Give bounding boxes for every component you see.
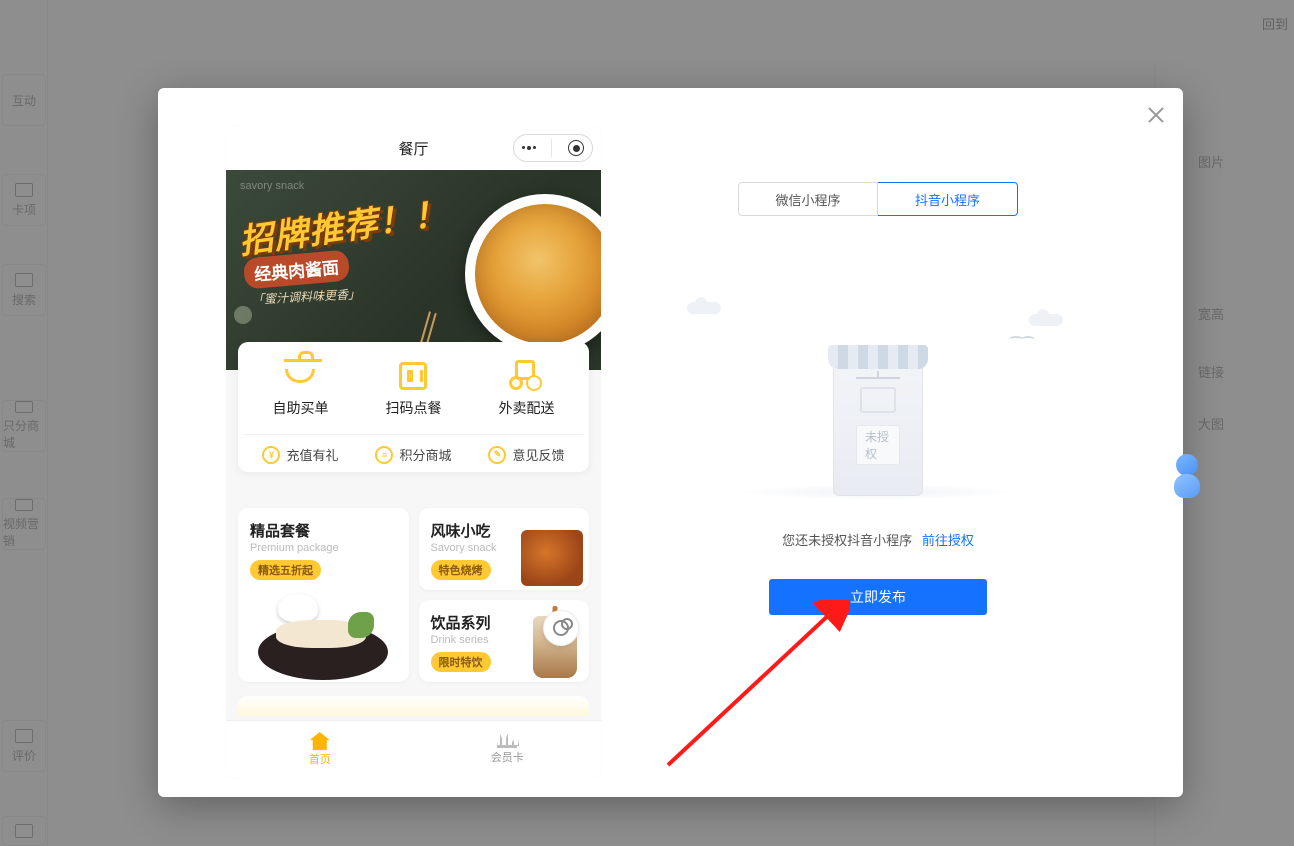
qr-icon (399, 362, 427, 390)
phone-tabbar: 首页 会员卡 (226, 720, 601, 778)
auth-message: 您还未授权抖音小程序 前往授权 (613, 530, 1143, 549)
stack-icon: ≡ (375, 446, 393, 464)
goto-auth-link[interactable]: 前往授权 (922, 533, 974, 548)
dish-icon (285, 369, 315, 383)
dots-icon (522, 146, 536, 150)
menu-scan-order[interactable]: 扫码点餐 (358, 360, 470, 418)
edit-icon: ✎ (488, 446, 506, 464)
phone-titlebar: 餐厅 (226, 126, 601, 170)
person-icon (1171, 454, 1203, 496)
shop-icon: 未授权 (833, 346, 923, 496)
tab-home[interactable]: 首页 (226, 721, 414, 778)
crown-icon (497, 734, 517, 748)
decor-icon (234, 306, 252, 324)
tab-wechat[interactable]: 微信小程序 (738, 182, 878, 216)
home-icon (310, 732, 330, 750)
badge-drink: 限时特饮 (431, 652, 491, 672)
phone-screen: 餐厅 savory snack 招牌推荐！！ 经典肉酱面 「蜜汁调料味更香」 (226, 126, 601, 778)
menu-delivery[interactable]: 外卖配送 (471, 360, 583, 418)
category-grid: 精品套餐 Premium package 精选五折起 风味小吃 Savory s… (238, 508, 589, 682)
phone-preview-wrap: 餐厅 savory snack 招牌推荐！！ 经典肉酱面 「蜜汁调料味更香」 (158, 88, 573, 797)
submenu-points[interactable]: ≡积分商城 (375, 445, 451, 464)
tab-member[interactable]: 会员卡 (414, 721, 602, 778)
platform-tabs: 微信小程序 抖音小程序 (613, 182, 1143, 216)
submenu-recharge[interactable]: ¥充值有礼 (262, 445, 338, 464)
modal-right-panel: 微信小程序 抖音小程序 未授权 您还未授权抖音小程序 前往授权 立即发布 (573, 88, 1183, 797)
hero-banner[interactable]: savory snack 招牌推荐！！ 经典肉酱面 「蜜汁调料味更香」 (226, 170, 601, 370)
cat-combo[interactable]: 精品套餐 Premium package 精选五折起 (238, 508, 409, 682)
cloud-icon (1029, 314, 1063, 326)
menu-self-pay[interactable]: 自助买单 (245, 360, 357, 418)
unauthorized-illustration: 未授权 (613, 266, 1143, 496)
phone-body: savory snack 招牌推荐！！ 经典肉酱面 「蜜汁调料味更香」 自助买单 (226, 170, 601, 720)
banner-title: 招牌推荐！！ (236, 186, 451, 264)
hotpot-image (258, 590, 388, 680)
quick-menu-card: 自助买单 扫码点餐 外卖配送 ¥充值有礼 ≡积分商城 (238, 342, 589, 472)
publish-modal: 餐厅 savory snack 招牌推荐！！ 经典肉酱面 「蜜汁调料味更香」 (158, 88, 1183, 797)
publish-button[interactable]: 立即发布 (769, 579, 987, 615)
banner-tagline: 「蜜汁调料味更香」 (252, 285, 361, 308)
cat-snack[interactable]: 风味小吃 Savory snack 特色烧烤 (419, 508, 590, 590)
cloud-icon (687, 302, 721, 314)
yen-icon: ¥ (262, 446, 280, 464)
tab-douyin[interactable]: 抖音小程序 (878, 182, 1018, 216)
badge-combo: 精选五折起 (250, 560, 321, 580)
badge-snack: 特色烧烤 (431, 560, 491, 580)
bird-icon (1009, 336, 1023, 342)
delivery-icon (509, 364, 543, 388)
submenu-feedback[interactable]: ✎意见反馈 (488, 445, 564, 464)
link-icon (553, 620, 569, 636)
more-strip (238, 696, 589, 716)
phone-title: 餐厅 (398, 138, 428, 159)
